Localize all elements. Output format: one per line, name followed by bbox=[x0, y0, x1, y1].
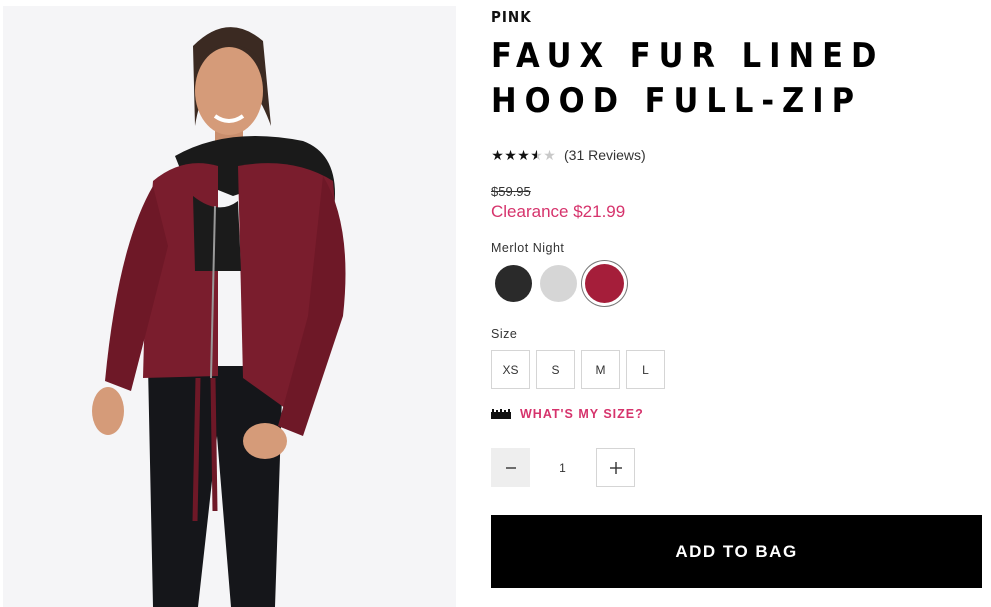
reviews-count-link[interactable]: (31 Reviews) bbox=[564, 147, 646, 163]
star-rating: ★ ★ ★ ★ ★ bbox=[491, 148, 556, 162]
product-photo-illustration bbox=[3, 6, 456, 607]
selected-color-label: Merlot Night bbox=[491, 241, 565, 255]
size-label: Size bbox=[491, 327, 518, 341]
color-swatches bbox=[495, 264, 632, 303]
clearance-price: Clearance $21.99 bbox=[491, 202, 626, 221]
minus-icon bbox=[505, 466, 516, 469]
color-swatch-black[interactable] bbox=[495, 265, 532, 302]
star-icon: ★ bbox=[491, 147, 504, 163]
star-icon: ★ bbox=[543, 147, 556, 163]
quantity-decrease-button[interactable] bbox=[491, 448, 530, 487]
size-option-xs[interactable]: XS bbox=[491, 350, 530, 389]
star-icon: ★ bbox=[517, 147, 530, 163]
color-swatch-heather-gray[interactable] bbox=[540, 265, 577, 302]
size-option-l[interactable]: L bbox=[626, 350, 665, 389]
quantity-increase-button[interactable] bbox=[596, 448, 635, 487]
size-guide-link[interactable]: WHAT'S MY SIZE? bbox=[491, 407, 644, 421]
quantity-input[interactable]: 1 bbox=[540, 448, 585, 487]
size-option-m[interactable]: M bbox=[581, 350, 620, 389]
plus-icon bbox=[609, 461, 622, 474]
add-to-bag-button[interactable]: ADD TO BAG bbox=[491, 515, 982, 588]
star-icon: ★ bbox=[530, 147, 543, 163]
star-icon: ★ bbox=[504, 147, 517, 163]
brand-name[interactable]: PINK bbox=[491, 8, 532, 26]
ruler-icon bbox=[491, 409, 511, 419]
original-price: $59.95 bbox=[491, 184, 531, 199]
rating-row[interactable]: ★ ★ ★ ★ ★ (31 Reviews) bbox=[491, 145, 646, 165]
product-image bbox=[3, 6, 456, 607]
size-guide-label: WHAT'S MY SIZE? bbox=[520, 407, 644, 421]
size-options: XS S M L bbox=[491, 350, 671, 389]
product-title: FAUX FUR LINED HOOD FULL-ZIP bbox=[491, 36, 885, 121]
size-option-s[interactable]: S bbox=[536, 350, 575, 389]
color-swatch-merlot-night[interactable] bbox=[585, 264, 624, 303]
